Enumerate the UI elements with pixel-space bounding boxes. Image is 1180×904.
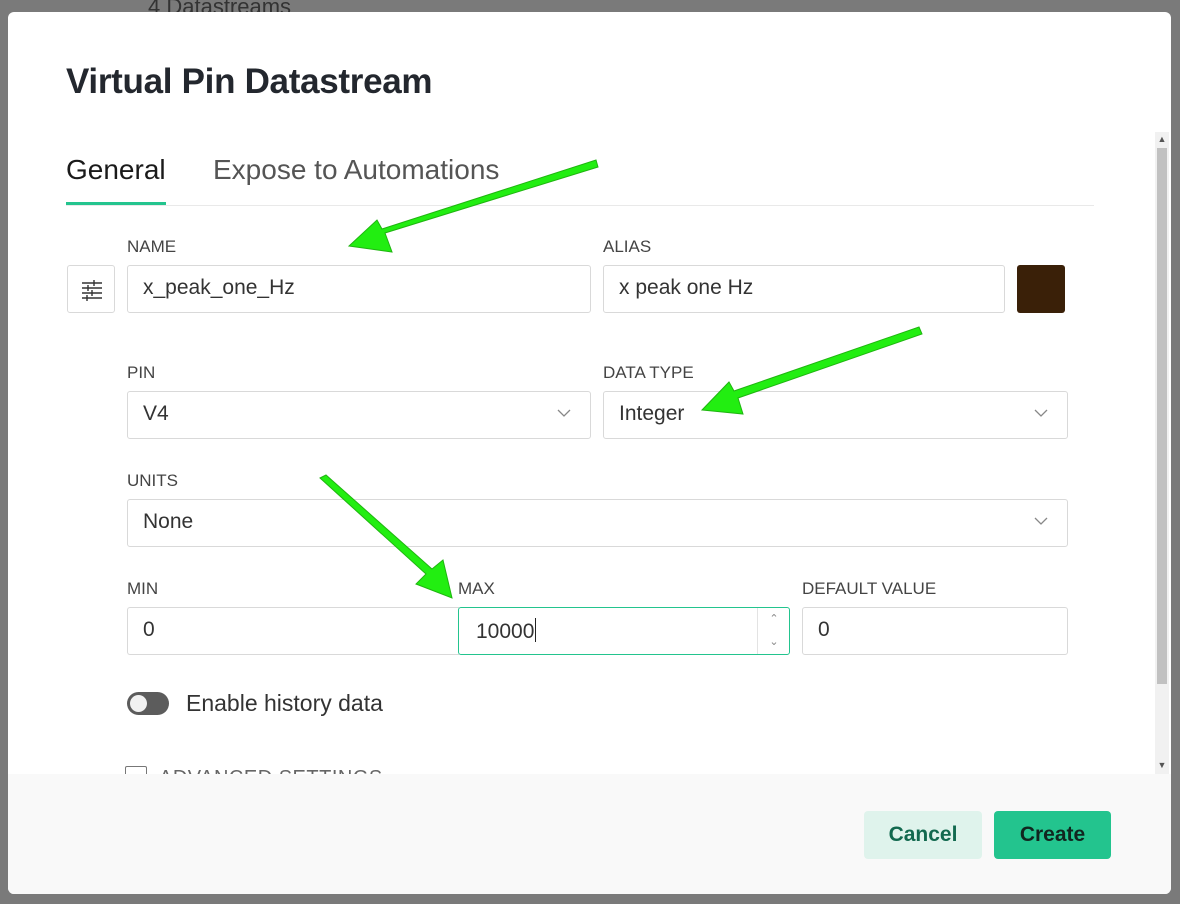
sliders-icon [82,280,102,301]
data-type-select-value: Integer [619,402,685,425]
text-cursor [535,618,537,642]
units-select-value: None [143,510,194,533]
create-button[interactable]: Create [994,811,1111,859]
history-data-toggle[interactable] [127,692,169,715]
pin-select[interactable]: V4 [127,391,591,439]
default-value-input[interactable]: 0 [802,607,1068,655]
max-input-value: 10000 [476,620,535,643]
data-type-select[interactable]: Integer [603,391,1068,439]
min-label: MIN [127,579,159,598]
pin-select-value: V4 [143,402,169,425]
scroll-up-arrow-icon[interactable]: ▲ [1155,134,1169,144]
chevron-down-icon [1034,517,1048,525]
scrollbar-thumb[interactable] [1157,148,1167,684]
name-input[interactable]: x_peak_one_Hz [127,265,591,313]
data-type-label: DATA TYPE [603,363,694,382]
chevron-down-icon [557,409,571,417]
min-input[interactable]: 0 [127,607,459,655]
datastream-dialog: Virtual Pin Datastream General Expose to… [8,12,1171,894]
stepper-down-icon[interactable]: ⌄ [758,631,790,654]
name-label: NAME [127,237,177,256]
scrollbar[interactable]: ▲ ▼ [1155,132,1169,774]
tab-expose-to-automations[interactable]: Expose to Automations [213,152,499,206]
datastream-icon-picker[interactable] [67,265,115,313]
tab-bar: General Expose to Automations [66,152,1094,206]
pin-label: PIN [127,363,156,382]
units-label: UNITS [127,471,178,490]
chevron-down-icon [1034,409,1048,417]
dialog-title: Virtual Pin Datastream [66,62,433,101]
alias-input[interactable]: x peak one Hz [603,265,1005,313]
number-stepper[interactable]: ⌃ ⌄ [757,608,789,654]
max-label: MAX [458,579,495,598]
color-picker-swatch[interactable] [1017,265,1065,313]
default-value-label: DEFAULT VALUE [802,579,937,598]
scroll-down-arrow-icon[interactable]: ▼ [1155,760,1169,770]
cancel-button[interactable]: Cancel [864,811,982,859]
units-select[interactable]: None [127,499,1068,547]
tab-general[interactable]: General [66,152,166,205]
toggle-knob [130,695,147,712]
alias-label: ALIAS [603,237,652,256]
stepper-up-icon[interactable]: ⌃ [758,608,790,631]
max-input[interactable]: 10000 ⌃ ⌄ [458,607,790,655]
history-data-label: Enable history data [186,690,383,716]
